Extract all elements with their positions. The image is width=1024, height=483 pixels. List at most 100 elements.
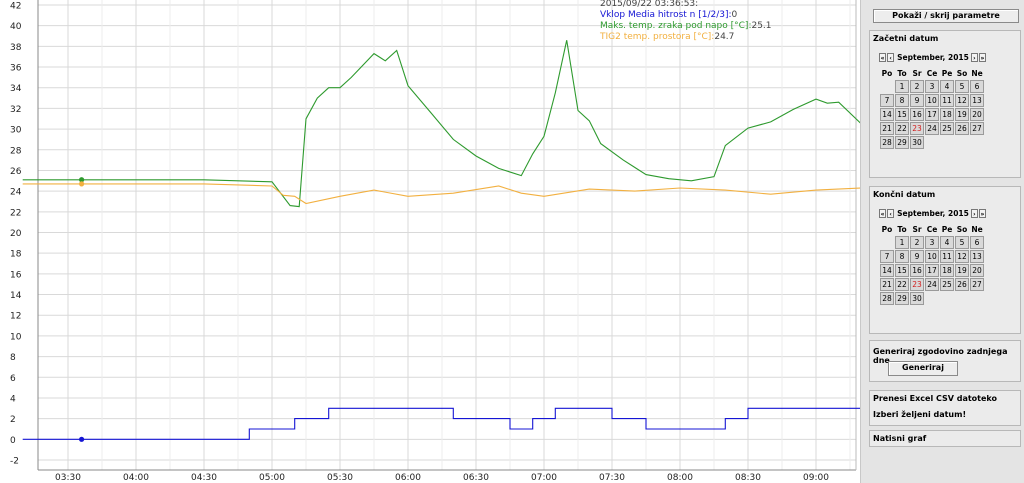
calendar-day[interactable]: 12	[955, 250, 969, 263]
weekday-header: Po	[881, 224, 893, 234]
calendar-day[interactable]: 4	[940, 80, 954, 93]
calendar-day[interactable]: 10	[925, 250, 939, 263]
weekday-header: Ne	[971, 68, 983, 78]
calendar-day[interactable]: 22	[895, 278, 909, 291]
end-next-icon[interactable]: ›	[970, 208, 978, 218]
calendar-day[interactable]: 3	[925, 80, 939, 93]
calendar-day[interactable]: 9	[910, 94, 924, 107]
x-tick-label: 06:00	[395, 473, 421, 483]
calendar-day[interactable]: 3	[925, 236, 939, 249]
weekday-header: So	[956, 68, 968, 78]
calendar-empty-cell	[940, 292, 954, 305]
legend-item-fan-speed: Vklop Media hitrost n [1/2/3]:0	[600, 10, 772, 21]
start-first-icon[interactable]: «	[879, 52, 887, 62]
calendar-day[interactable]: 13	[970, 94, 984, 107]
generate-button[interactable]: Generiraj	[888, 361, 958, 376]
calendar-day[interactable]: 2	[910, 236, 924, 249]
calendar-day[interactable]: 7	[880, 250, 894, 263]
end-calendar-header: « ‹ September, 2015 › »	[879, 207, 987, 219]
calendar-day[interactable]: 18	[940, 264, 954, 277]
calendar-day[interactable]: 26	[955, 278, 969, 291]
calendar-day[interactable]: 18	[940, 108, 954, 121]
start-last-icon[interactable]: »	[978, 52, 986, 62]
print-section[interactable]: Natisni graf	[869, 430, 1021, 447]
calendar-day[interactable]: 13	[970, 250, 984, 263]
calendar-day[interactable]: 17	[925, 108, 939, 121]
calendar-day[interactable]: 5	[955, 236, 969, 249]
calendar-day[interactable]: 29	[895, 292, 909, 305]
calendar-day[interactable]: 9	[910, 250, 924, 263]
print-button[interactable]: Natisni graf	[870, 431, 1020, 446]
y-tick-label: 32	[10, 105, 21, 115]
calendar-day[interactable]: 27	[970, 278, 984, 291]
end-prev-icon[interactable]: ‹	[887, 208, 895, 218]
calendar-day[interactable]: 12	[955, 94, 969, 107]
calendar-day[interactable]: 19	[955, 108, 969, 121]
calendar-empty-cell	[940, 136, 954, 149]
calendar-day[interactable]: 7	[880, 94, 894, 107]
start-prev-icon[interactable]: ‹	[887, 52, 895, 62]
calendar-day[interactable]: 30	[910, 292, 924, 305]
start-next-icon[interactable]: ›	[970, 52, 978, 62]
csv-title[interactable]: Prenesi Excel CSV datoteko	[870, 391, 1020, 406]
calendar-day[interactable]: 4	[940, 236, 954, 249]
calendar-day[interactable]: 1	[895, 236, 909, 249]
calendar-day[interactable]: 19	[955, 264, 969, 277]
calendar-day[interactable]: 15	[895, 108, 909, 121]
trend-chart: -2 0 2 4 6 8 10 12 14 16 18 20 22 24 26 28 30 32 34 36 38 40 4…	[0, 0, 860, 483]
calendar-day[interactable]: 25	[940, 278, 954, 291]
calendar-day[interactable]: 11	[940, 250, 954, 263]
calendar-day[interactable]: 8	[895, 250, 909, 263]
calendar-day[interactable]: 25	[940, 122, 954, 135]
calendar-day[interactable]: 8	[895, 94, 909, 107]
x-tick-label: 05:30	[327, 473, 353, 483]
calendar-day[interactable]: 22	[895, 122, 909, 135]
weekday-header: Pe	[941, 68, 953, 78]
plot-area	[38, 0, 856, 470]
calendar-day[interactable]: 16	[910, 264, 924, 277]
calendar-day[interactable]: 28	[880, 292, 894, 305]
calendar-day[interactable]: 11	[940, 94, 954, 107]
calendar-day[interactable]: 1	[895, 80, 909, 93]
weekday-header: So	[956, 224, 968, 234]
y-tick-label: 10	[10, 332, 22, 342]
calendar-day[interactable]: 26	[955, 122, 969, 135]
calendar-day[interactable]: 21	[880, 278, 894, 291]
calendar-day[interactable]: 24	[925, 278, 939, 291]
calendar-day[interactable]: 6	[970, 80, 984, 93]
y-tick-label: 42	[10, 2, 21, 12]
calendar-day[interactable]: 23	[910, 122, 924, 135]
calendar-day[interactable]: 17	[925, 264, 939, 277]
cursor-point-fan-speed	[79, 436, 85, 442]
calendar-day[interactable]: 28	[880, 136, 894, 149]
calendar-empty-cell	[955, 136, 969, 149]
calendar-day[interactable]: 14	[880, 264, 894, 277]
end-first-icon[interactable]: «	[879, 208, 887, 218]
csv-section[interactable]: Prenesi Excel CSV datoteko Izberi željen…	[869, 390, 1021, 426]
calendar-day[interactable]: 5	[955, 80, 969, 93]
calendar-day[interactable]: 30	[910, 136, 924, 149]
y-tick-label: 28	[10, 146, 22, 156]
calendar-day[interactable]: 20	[970, 264, 984, 277]
calendar-day[interactable]: 15	[895, 264, 909, 277]
start-calendar-header: « ‹ September, 2015 › »	[879, 51, 987, 63]
calendar-day[interactable]: 21	[880, 122, 894, 135]
calendar-day[interactable]: 24	[925, 122, 939, 135]
calendar-day[interactable]: 27	[970, 122, 984, 135]
calendar-day[interactable]: 6	[970, 236, 984, 249]
y-tick-label: 30	[10, 126, 22, 136]
y-tick-label: 4	[10, 394, 16, 404]
y-tick-label: 36	[10, 64, 22, 74]
calendar-day[interactable]: 2	[910, 80, 924, 93]
calendar-day[interactable]: 23	[910, 278, 924, 291]
weekday-header: To	[897, 68, 907, 78]
y-tick-label: 6	[10, 374, 16, 384]
toggle-params-button[interactable]: Pokaži / skrij parametre	[873, 9, 1019, 23]
calendar-day[interactable]: 29	[895, 136, 909, 149]
calendar-empty-cell	[955, 292, 969, 305]
calendar-day[interactable]: 14	[880, 108, 894, 121]
calendar-day[interactable]: 20	[970, 108, 984, 121]
end-last-icon[interactable]: »	[978, 208, 986, 218]
calendar-day[interactable]: 10	[925, 94, 939, 107]
calendar-day[interactable]: 16	[910, 108, 924, 121]
